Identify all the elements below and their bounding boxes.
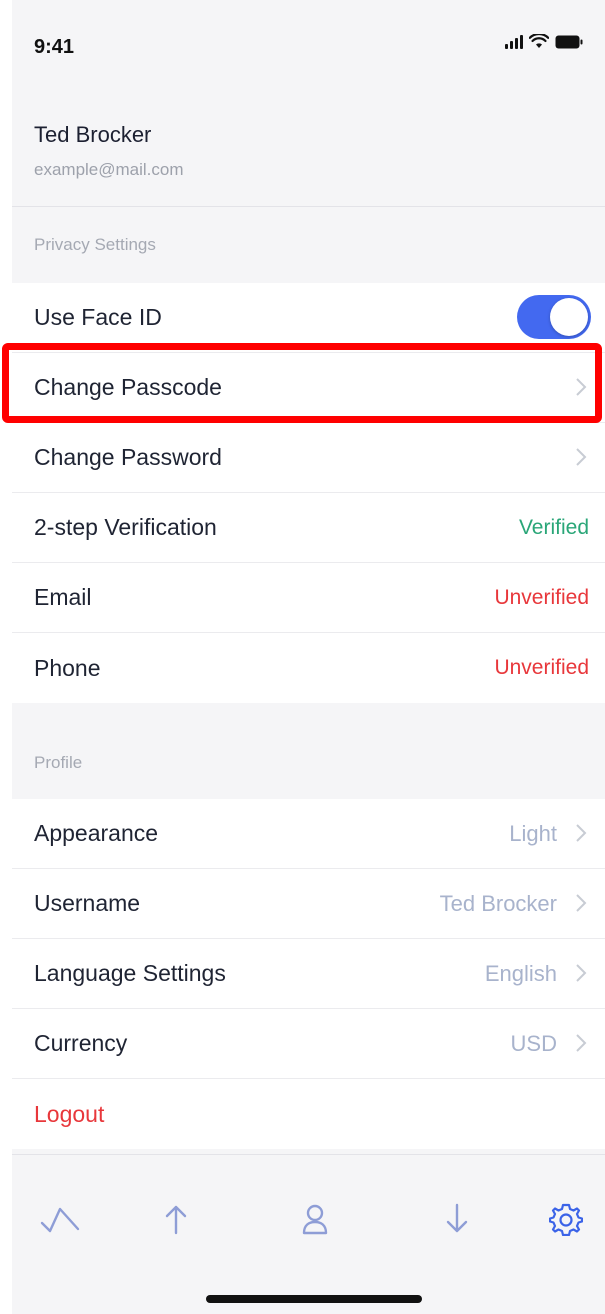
row-label: Change Passcode [34,374,222,400]
section-header-privacy: Privacy Settings [12,207,605,283]
row-label: Change Password [34,444,222,470]
person-icon[interactable] [295,1199,335,1239]
status-time: 9:41 [34,36,75,58]
section-title: Privacy Settings [34,235,156,254]
chevron-right-icon [576,824,587,842]
section-header-profile: Profile [12,707,605,799]
row-language-settings[interactable]: Language Settings English [12,939,605,1009]
phone-status: Unverified [494,656,589,679]
toggle-knob [550,298,588,336]
row-change-passcode[interactable]: Change Passcode [12,353,605,423]
row-label: 2-step Verification [34,514,217,540]
gear-icon[interactable] [546,1199,586,1239]
row-change-password[interactable]: Change Password [12,423,605,493]
row-use-face-id: Use Face ID [12,283,605,353]
profile-email: example@mail.com [34,160,184,179]
tab-bar [12,1154,605,1314]
row-label: Use Face ID [34,304,162,330]
row-label: Currency [34,1030,128,1056]
row-label: Username [34,890,141,916]
profile-settings-list: Appearance Light Username Ted Brocker La… [12,799,605,1149]
row-currency[interactable]: Currency USD [12,1009,605,1079]
row-two-step-verification[interactable]: 2-step Verification Verified [12,493,605,563]
row-phone[interactable]: Phone Unverified [12,633,605,703]
profile-name: Ted Brocker [34,122,152,147]
row-value: Light [509,820,557,846]
battery-icon [555,35,583,49]
arrow-up-icon[interactable] [156,1199,196,1239]
row-label: Phone [34,654,101,681]
row-value: USD [510,1030,557,1056]
row-username[interactable]: Username Ted Brocker [12,869,605,939]
row-email[interactable]: Email Unverified [12,563,605,633]
row-label: Email [34,584,92,610]
face-id-toggle[interactable] [517,295,591,339]
home-indicator[interactable] [206,1295,422,1303]
row-logout[interactable]: Logout [12,1079,605,1149]
phone-screen: 9:41 Ted Brocker example@mail.com Privac… [12,0,605,1314]
chevron-right-icon [576,894,587,912]
chevron-right-icon [576,378,587,396]
chevron-right-icon [576,1034,587,1052]
profile-header: Ted Brocker example@mail.com [12,92,605,207]
row-label: Language Settings [34,960,226,986]
logout-button[interactable]: Logout [34,1101,104,1128]
email-status: Unverified [494,585,589,609]
status-icons [505,34,583,49]
section-title: Profile [34,753,83,772]
row-value: Ted Brocker [439,890,557,916]
wifi-icon [529,34,549,49]
status-bar: 9:41 [12,0,605,92]
chevron-right-icon [576,448,587,466]
row-appearance[interactable]: Appearance Light [12,799,605,869]
arrow-down-icon[interactable] [437,1199,477,1239]
verification-status: Verified [518,515,589,539]
chart-trend-icon[interactable] [40,1199,80,1239]
chevron-right-icon [576,964,587,982]
row-value: English [484,960,557,986]
row-label: Appearance [34,820,159,846]
signal-icon [505,34,523,49]
privacy-settings-list: Use Face ID Change Passcode Change Passw… [12,283,605,703]
